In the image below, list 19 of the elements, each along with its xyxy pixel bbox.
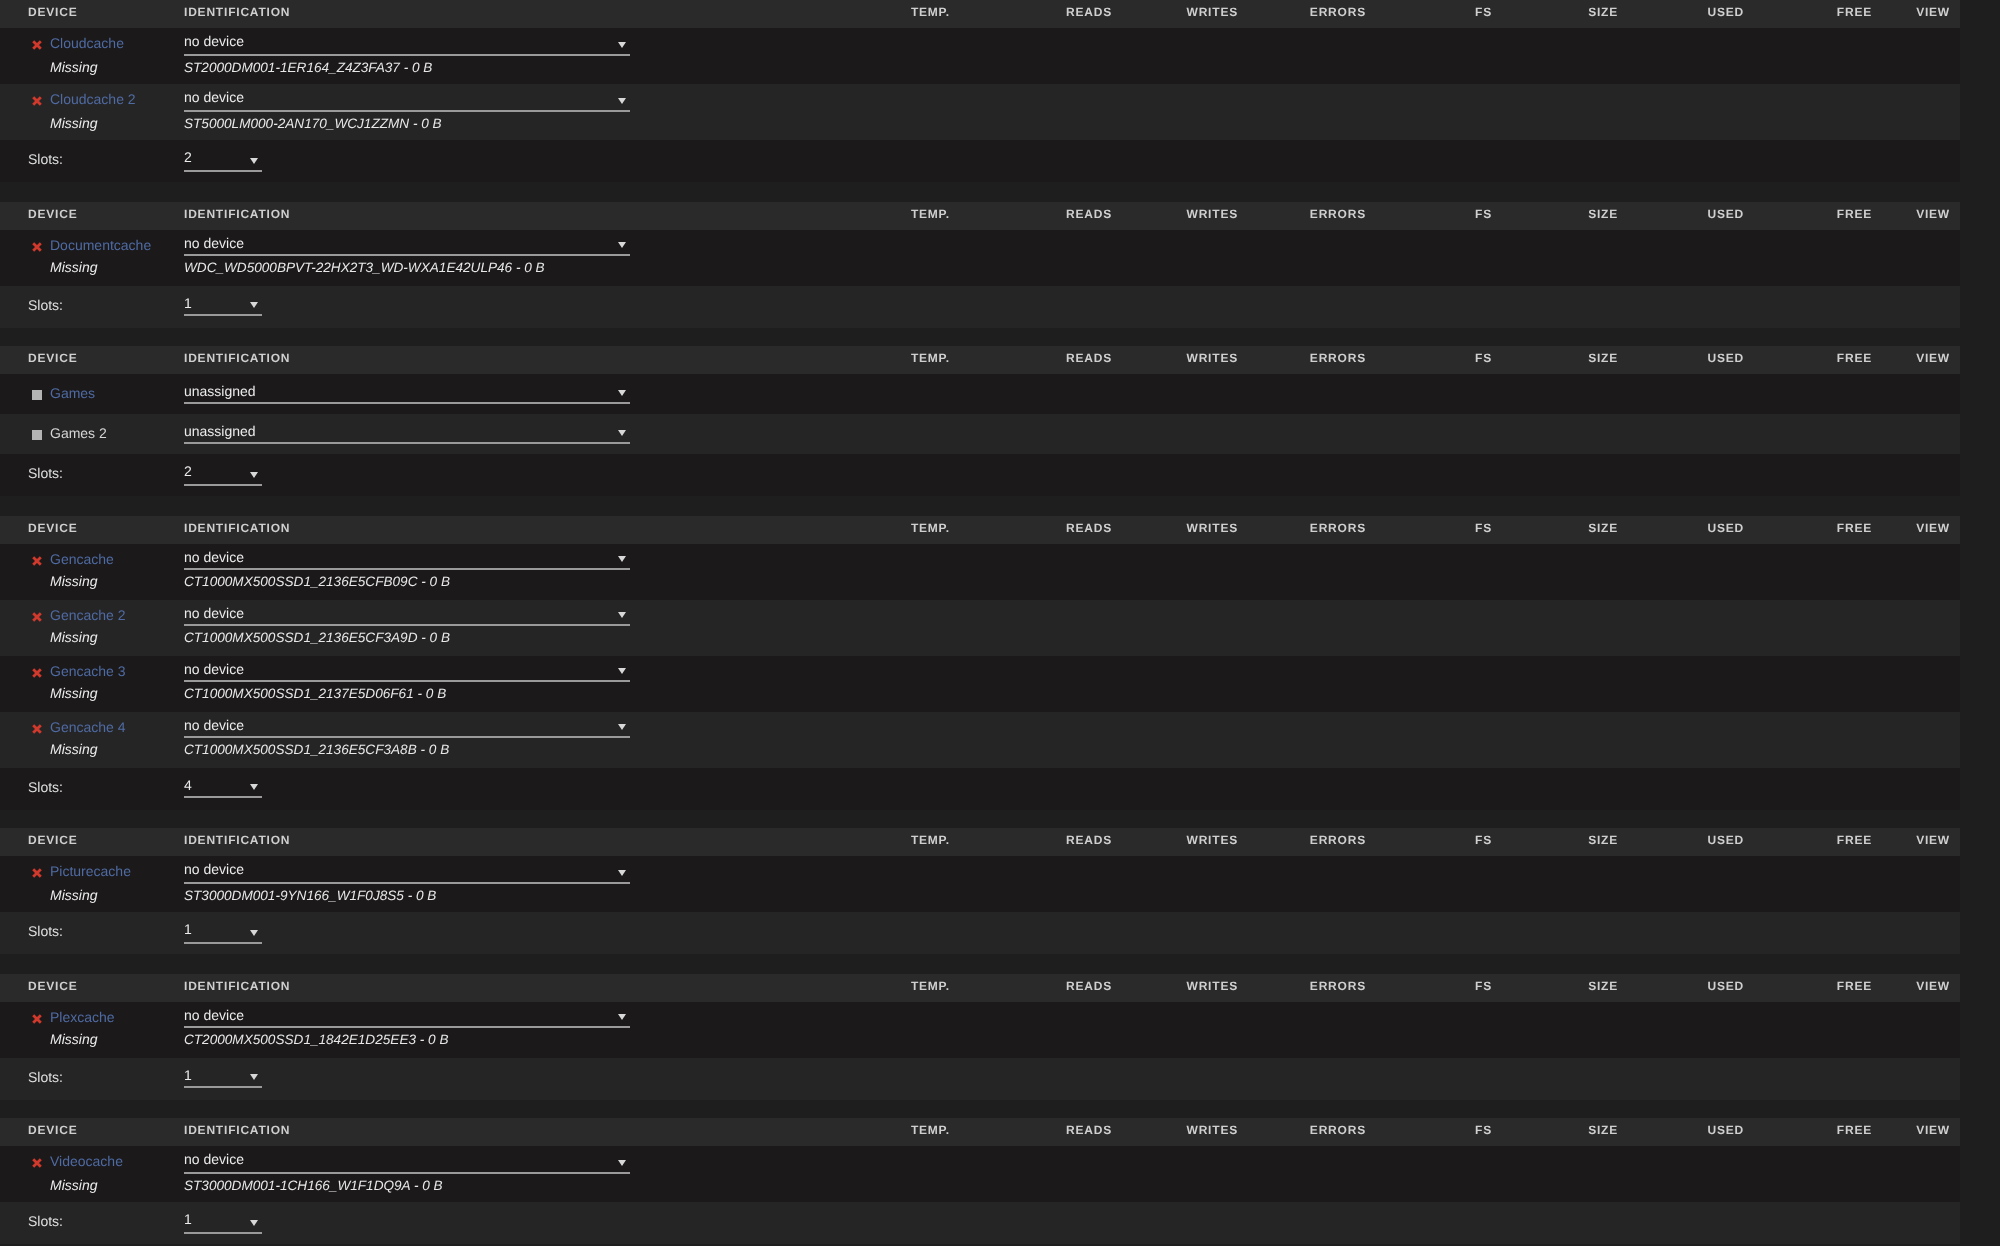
- caret-icon: [250, 929, 258, 935]
- caret-icon: [618, 390, 626, 396]
- caret-icon: [250, 1219, 258, 1225]
- caret-icon: [618, 869, 626, 875]
- caret-icon: [618, 41, 626, 47]
- caret-icon: [618, 668, 626, 674]
- caret-icon: [618, 242, 626, 248]
- caret-icon: [250, 157, 258, 163]
- caret-icon: [618, 430, 626, 436]
- caret-icon: [250, 1074, 258, 1080]
- caret-icon: [250, 784, 258, 790]
- caret-icon: [618, 97, 626, 103]
- caret-icon: [250, 302, 258, 308]
- caret-icon: [618, 612, 626, 618]
- caret-icon: [618, 556, 626, 562]
- caret-icon: [250, 471, 258, 477]
- caret-icon: [618, 1014, 626, 1020]
- caret-icon: [618, 724, 626, 730]
- caret-icon: [618, 1159, 626, 1165]
